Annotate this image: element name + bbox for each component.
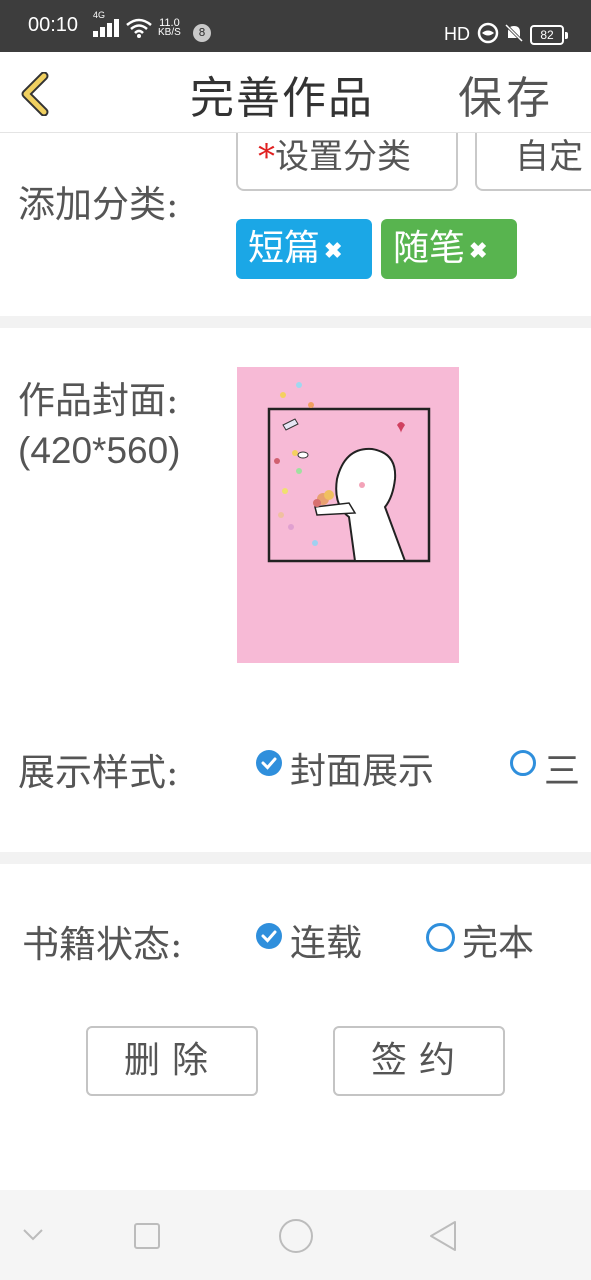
sign-contract-button[interactable]: 签约 [333,1026,505,1096]
chevron-down-icon[interactable] [22,1228,44,1242]
cover-image[interactable] [237,367,459,663]
tag-label: 短篇 [248,228,321,269]
delete-button[interactable]: 删除 [86,1026,258,1096]
battery-indicator: 82 [530,25,568,45]
page-title: 完善作品 [190,73,374,124]
system-navigation-bar [0,1190,591,1280]
vpn-icon [477,22,499,44]
home-icon[interactable] [279,1219,313,1253]
cover-size-hint: (420*560) [18,430,181,471]
back-triangle-icon[interactable] [428,1219,458,1253]
book-status-radio-serial[interactable] [256,923,282,949]
wifi-icon [126,18,152,38]
set-category-label: 设置分类 [275,137,411,177]
set-category-button[interactable]: *设置分类 [236,133,458,191]
display-style-label: 展示样式: [18,751,179,794]
category-tag[interactable]: 随笔 ✖ [381,219,517,279]
book-status-option-label[interactable]: 完本 [462,914,534,966]
display-style-radio-alt[interactable] [510,750,536,776]
check-icon [261,930,277,943]
section-divider [0,316,591,328]
required-mark: * [258,137,275,177]
check-icon [261,757,277,770]
book-status-label: 书籍状态: [22,923,183,966]
display-style-option-label[interactable]: 封面展示 [290,742,434,794]
network-speed: 11.0 KB/S [158,18,181,38]
display-style-option-label[interactable]: 三 [544,742,580,794]
category-tag[interactable]: 短篇 ✖ [236,219,372,279]
book-status-option-label[interactable]: 连载 [290,914,362,966]
custom-category-button[interactable]: 自定 [475,133,591,191]
remove-tag-icon[interactable]: ✖ [469,238,487,264]
status-bar: 00:10 4G 11.0 KB/S 8 HD 82 [0,0,591,52]
notification-count-badge: 8 [193,24,211,42]
network-type: 4G [93,10,106,20]
cover-illustration [267,382,431,563]
recent-apps-icon[interactable] [134,1223,160,1249]
hd-indicator: HD [444,24,470,44]
category-label: 添加分类: [18,183,179,226]
speed-unit: KB/S [158,27,181,38]
section-divider [0,852,591,864]
display-style-radio-cover[interactable] [256,750,282,776]
tag-label: 随笔 [393,228,466,269]
save-button[interactable]: 保存 [458,62,554,126]
book-status-radio-complete[interactable] [426,923,455,952]
remove-tag-icon[interactable]: ✖ [324,238,342,264]
cover-label: 作品封面: [18,379,179,422]
mute-bell-icon [504,23,524,43]
back-arrow-icon[interactable] [18,72,52,116]
cellular-signal-icon [93,19,121,37]
status-time: 00:10 [28,14,79,36]
